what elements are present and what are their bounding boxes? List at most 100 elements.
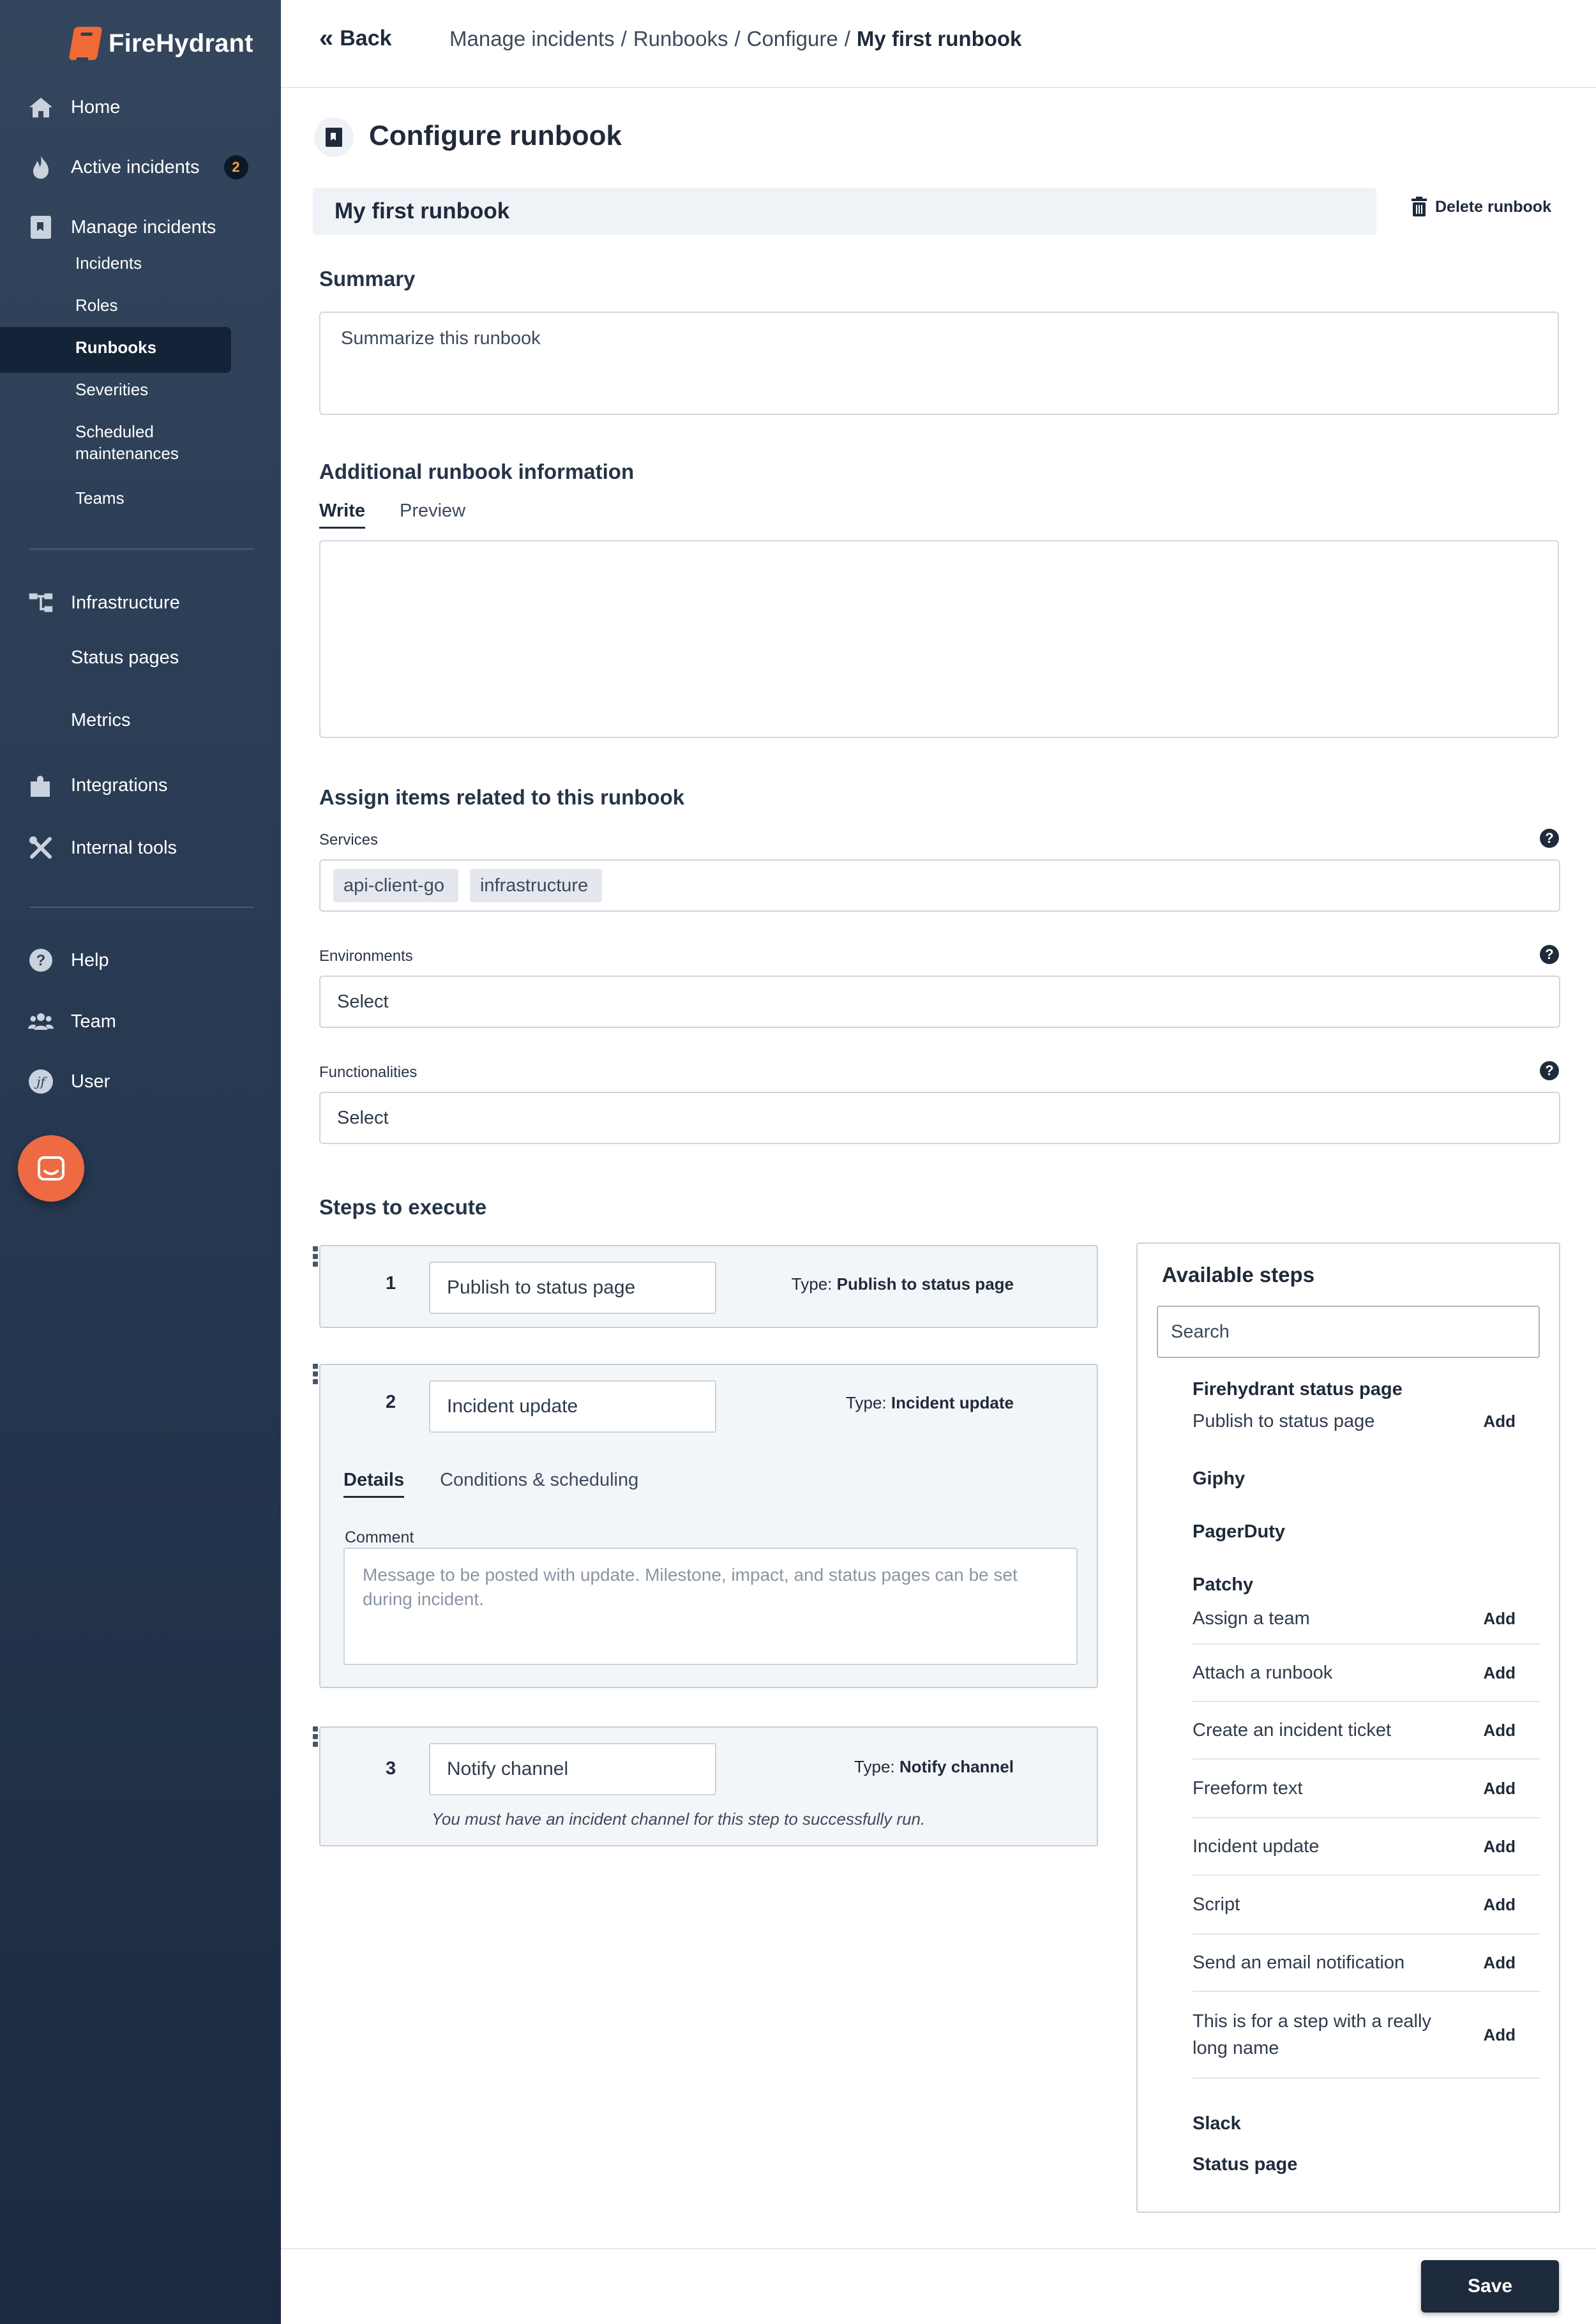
step-number: 2: [386, 1392, 396, 1412]
add-step-button[interactable]: Add: [1483, 2025, 1516, 2045]
add-step-button[interactable]: Add: [1483, 1837, 1516, 1857]
step-name-input[interactable]: Incident update: [429, 1380, 716, 1433]
assign-items-label: Assign items related to this runbook: [319, 785, 685, 809]
sidebar-item-integrations[interactable]: Integrations: [28, 773, 168, 798]
delete-runbook-button[interactable]: Delete runbook: [1411, 197, 1551, 217]
available-step-row: Publish to status page Add: [1193, 1402, 1540, 1440]
step-type-label: Type: Incident update: [846, 1393, 1014, 1412]
breadcrumb-manage-incidents[interactable]: Manage incidents: [449, 27, 615, 51]
sidebar-item-label: Internal tools: [71, 837, 177, 858]
tab-conditions-scheduling[interactable]: Conditions & scheduling: [440, 1470, 638, 1498]
sidebar-subitem-teams[interactable]: Teams: [75, 487, 124, 509]
save-button[interactable]: Save: [1421, 2260, 1559, 2313]
add-step-button[interactable]: Add: [1483, 1779, 1516, 1799]
environments-select[interactable]: Select: [319, 976, 1560, 1028]
question-circle-icon[interactable]: ?: [1540, 945, 1559, 964]
breadcrumb: Manage incidents / Runbooks / Configure …: [449, 27, 1021, 51]
step-name-input[interactable]: Publish to status page: [429, 1262, 716, 1314]
additional-info-textarea[interactable]: [319, 540, 1559, 738]
tab-preview[interactable]: Preview: [400, 501, 465, 529]
firehydrant-logo-icon: [68, 27, 103, 60]
question-circle-icon[interactable]: ?: [1540, 829, 1559, 848]
step-group-heading: Firehydrant status page: [1193, 1379, 1403, 1400]
breadcrumb-configure[interactable]: Configure: [747, 27, 838, 51]
svg-text:?: ?: [36, 952, 46, 969]
brand-logo[interactable]: FireHydrant: [68, 24, 253, 63]
step-group-heading: Patchy: [1193, 1574, 1254, 1595]
sidebar-item-user[interactable]: jf User: [28, 1069, 110, 1094]
home-icon: [28, 94, 54, 120]
step-group-heading: Slack: [1193, 2113, 1241, 2134]
functionalities-select[interactable]: Select: [319, 1092, 1560, 1144]
page-title: Configure runbook: [369, 120, 622, 151]
runbook-name-field[interactable]: My first runbook: [313, 188, 1376, 235]
add-step-button[interactable]: Add: [1483, 1663, 1516, 1683]
add-step-button[interactable]: Add: [1483, 1721, 1516, 1740]
breadcrumb-separator: /: [734, 27, 741, 50]
available-steps-panel: Available steps Search Firehydrant statu…: [1136, 1242, 1560, 2213]
sidebar-subitem-scheduled-maintenances[interactable]: Scheduled maintenances: [75, 421, 222, 464]
sidebar-subitem-roles[interactable]: Roles: [75, 294, 117, 316]
service-chip[interactable]: api-client-go: [333, 869, 458, 902]
sidebar-subitem-incidents[interactable]: Incidents: [75, 252, 142, 274]
sidebar-subitem-severities[interactable]: Severities: [75, 379, 148, 400]
available-steps-search-input[interactable]: Search: [1157, 1306, 1540, 1358]
sidebar-item-metrics[interactable]: Metrics: [28, 707, 130, 733]
available-step-name: Incident update: [1193, 1836, 1320, 1857]
available-step-row: Create an incident ticket Add: [1193, 1702, 1540, 1758]
step-name-input[interactable]: Notify channel: [429, 1743, 716, 1795]
sidebar-item-label: Home: [71, 96, 121, 117]
sidebar-item-active-incidents[interactable]: Active incidents 2: [28, 155, 248, 180]
services-multiselect[interactable]: api-client-go infrastructure: [319, 859, 1560, 912]
delete-runbook-label: Delete runbook: [1435, 197, 1551, 216]
comment-textarea[interactable]: Message to be posted with update. Milest…: [343, 1548, 1078, 1665]
tab-details[interactable]: Details: [343, 1470, 405, 1498]
sidebar-subitem-runbooks[interactable]: Runbooks: [75, 336, 156, 358]
additional-info-label: Additional runbook information: [319, 460, 635, 483]
main-content: Configure runbook My first runbook Delet…: [281, 88, 1596, 2324]
services-label: Services: [319, 831, 379, 849]
sidebar-divider: [29, 907, 254, 908]
sidebar-item-manage-incidents[interactable]: Manage incidents: [28, 215, 216, 240]
sidebar-item-team[interactable]: Team: [28, 1009, 116, 1034]
sidebar-item-home[interactable]: Home: [28, 94, 120, 120]
chat-support-button[interactable]: [18, 1135, 84, 1202]
footer-divider: [281, 2248, 1596, 2249]
sidebar-item-status-pages[interactable]: Status pages: [28, 645, 179, 670]
add-step-button[interactable]: Add: [1483, 1953, 1516, 1973]
sidebar-item-label: Integrations: [71, 774, 168, 796]
step-type-label: Type: Publish to status page: [791, 1274, 1014, 1294]
service-chip[interactable]: infrastructure: [469, 869, 603, 902]
back-button[interactable]: « Back: [319, 26, 392, 51]
sidebar-item-internal-tools[interactable]: Internal tools: [28, 835, 177, 861]
tab-write[interactable]: Write: [319, 501, 365, 529]
sidebar: FireHydrant Home Active incidents 2 Mana…: [0, 0, 281, 2324]
available-step-row: Assign a team Add: [1193, 1595, 1540, 1642]
puzzle-icon: [28, 773, 54, 798]
breadcrumb-current: My first runbook: [856, 27, 1022, 50]
runbook-icon: [314, 117, 354, 157]
step-warning-note: You must have an incident channel for th…: [432, 1809, 926, 1829]
question-circle-icon[interactable]: ?: [1540, 1061, 1559, 1080]
chat-icon: [38, 1156, 64, 1181]
runbook-icon: [28, 215, 54, 240]
breadcrumb-runbooks[interactable]: Runbooks: [633, 27, 728, 51]
step-card: 3 Notify channel Type: Notify channel Yo…: [319, 1726, 1098, 1846]
sidebar-item-help[interactable]: ? Help: [28, 947, 109, 973]
summary-input[interactable]: Summarize this runbook: [319, 312, 1559, 415]
available-step-row: Script Add: [1193, 1876, 1540, 1933]
add-step-button[interactable]: Add: [1483, 1412, 1516, 1431]
help-icon: ?: [28, 947, 54, 973]
sidebar-item-label: Status pages: [71, 647, 179, 668]
sidebar-item-infrastructure[interactable]: Infrastructure: [28, 590, 180, 615]
row-divider: [1193, 2078, 1540, 2079]
add-step-button[interactable]: Add: [1483, 1895, 1516, 1915]
comment-label: Comment: [345, 1528, 414, 1546]
sidebar-item-label: Team: [71, 1011, 116, 1032]
add-step-button[interactable]: Add: [1483, 1609, 1516, 1629]
available-steps-title: Available steps: [1162, 1263, 1315, 1286]
hierarchy-icon: [28, 590, 54, 615]
available-step-name: Freeform text: [1193, 1777, 1303, 1799]
available-step-row: Incident update Add: [1193, 1818, 1540, 1875]
environments-label: Environments: [319, 947, 413, 965]
